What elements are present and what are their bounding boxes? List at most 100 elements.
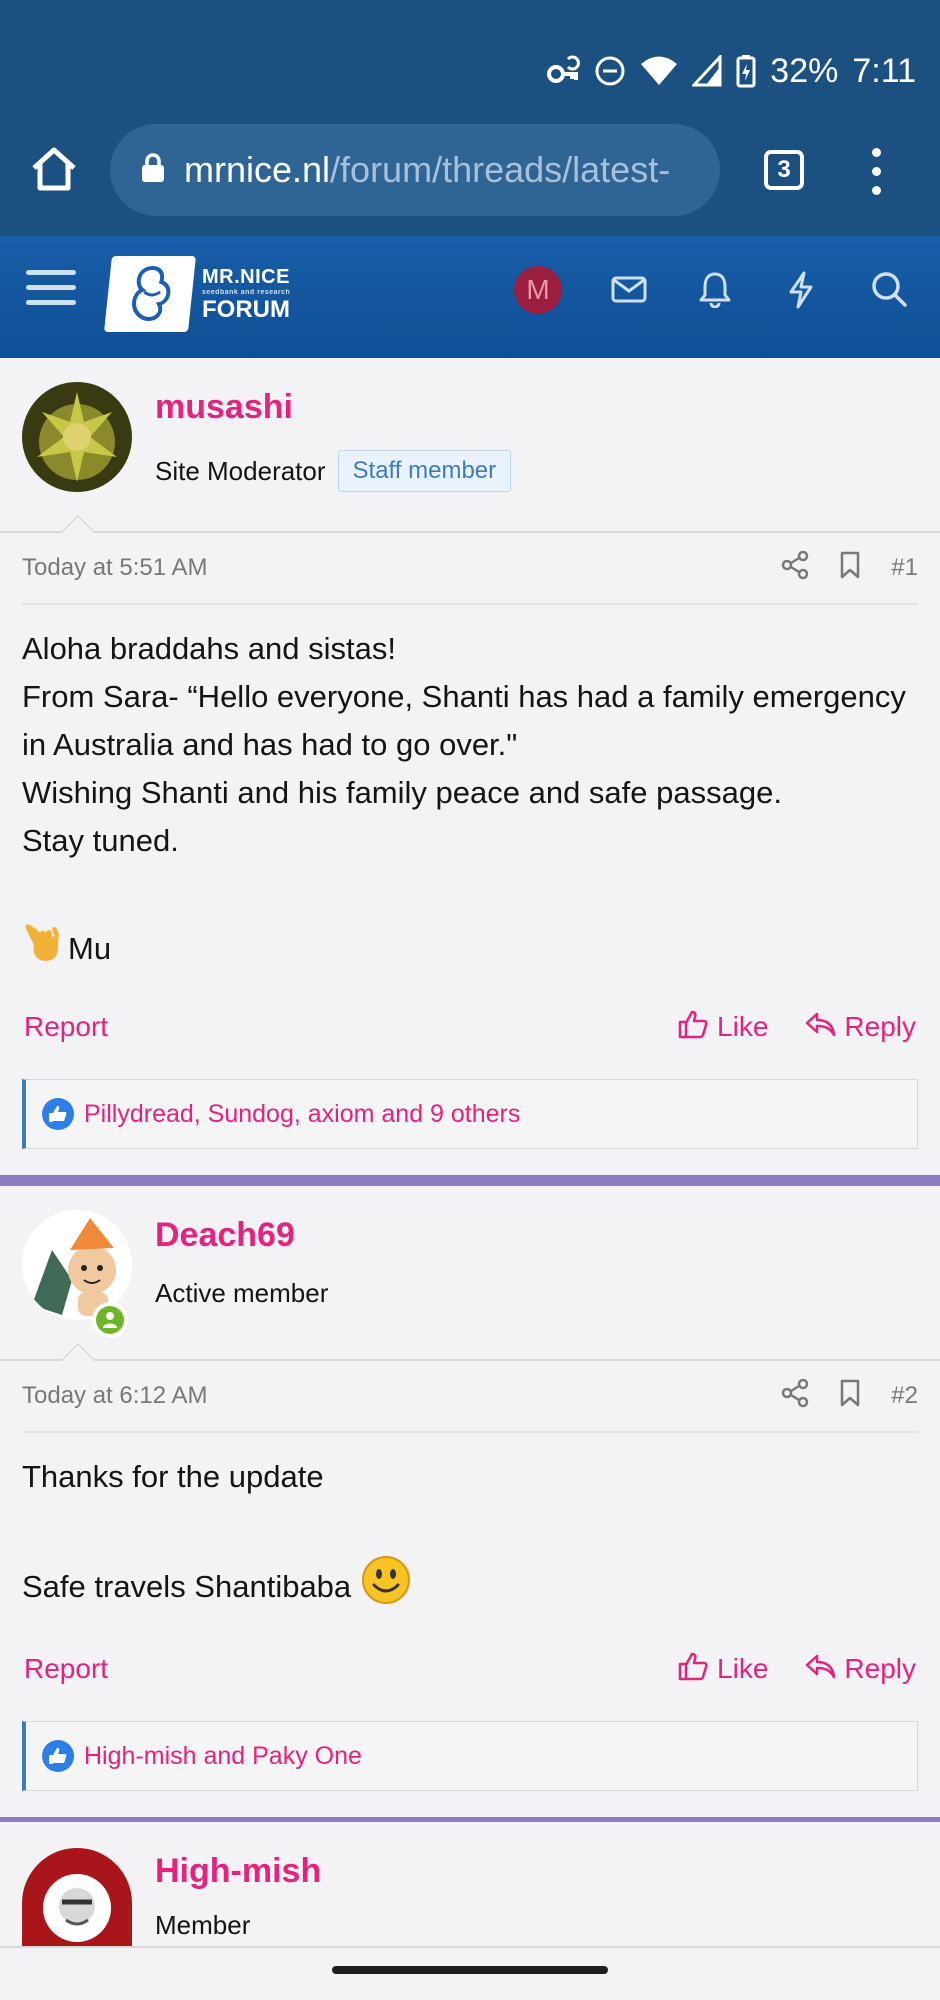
- username[interactable]: High-mish: [155, 1852, 321, 1891]
- post-message: Thanks for the update Safe travels Shant…: [22, 1433, 918, 1619]
- reply-label: Reply: [844, 1011, 916, 1042]
- staff-badge: Staff member: [337, 450, 512, 492]
- post-user-block: musashi Site Moderator Staff member: [0, 358, 940, 533]
- user-title: Site Moderator Staff member: [155, 450, 512, 492]
- signal-icon: [692, 55, 722, 87]
- reactions-bar[interactable]: High-mish and Paky One: [22, 1721, 918, 1791]
- user-title: Member: [155, 1910, 250, 1941]
- message-line-with-emoji: Safe travels Shantibaba: [22, 1555, 918, 1619]
- clock: 7:11: [852, 51, 916, 90]
- user-title-text: Member: [155, 1910, 251, 1940]
- share-icon[interactable]: [781, 1378, 809, 1415]
- browser-menu-button[interactable]: [864, 148, 888, 195]
- battery-percent: 32%: [770, 51, 839, 90]
- reactions-text[interactable]: High-mish and Paky One: [84, 1742, 362, 1771]
- message-line: Thanks for the update: [22, 1459, 324, 1494]
- home-icon[interactable]: [30, 146, 78, 197]
- like-reaction-icon: [42, 1098, 74, 1130]
- post-timestamp[interactable]: Today at 5:51 AM: [22, 554, 207, 582]
- site-logo[interactable]: MR.NICE seedbank and research FORUM: [104, 256, 290, 332]
- reply-arrow-icon: [804, 1652, 836, 1687]
- share-icon[interactable]: [781, 550, 809, 587]
- post-meta: Today at 6:12 AM #2: [22, 1361, 918, 1433]
- logo-top-text: MR.NICE: [202, 265, 290, 288]
- post-timestamp[interactable]: Today at 6:12 AM: [22, 1382, 207, 1410]
- post-1: musashi Site Moderator Staff member Toda…: [0, 358, 940, 1189]
- search-icon[interactable]: [870, 270, 908, 313]
- shaka-hand-icon: [22, 919, 62, 979]
- bookmark-icon[interactable]: [839, 1378, 861, 1415]
- post-number[interactable]: #2: [891, 1382, 918, 1410]
- reactions-text[interactable]: Pillydread, Sundog, axiom and 9 others: [84, 1100, 520, 1129]
- report-link[interactable]: Report: [24, 1011, 108, 1043]
- status-bar: 32% 7:11: [546, 46, 916, 96]
- username[interactable]: Deach69: [155, 1216, 295, 1255]
- url-path: /forum/threads/latest-: [330, 149, 671, 190]
- tab-switcher-button[interactable]: 3: [764, 150, 804, 190]
- logo-mark: [104, 256, 196, 332]
- post-2: Deach69 Active member Today at 6:12 AM #…: [0, 1186, 940, 1831]
- post-user-block: Deach69 Active member: [0, 1186, 940, 1361]
- bookmark-icon[interactable]: [839, 550, 861, 587]
- reply-button[interactable]: Reply: [804, 1010, 916, 1045]
- post-number[interactable]: #1: [891, 554, 918, 582]
- thumbs-up-icon: [677, 1651, 709, 1688]
- user-title-text: Active member: [155, 1278, 329, 1308]
- avatar[interactable]: [22, 382, 132, 492]
- like-label: Like: [717, 1653, 769, 1684]
- vpn-key-icon: [546, 54, 581, 88]
- url-bar[interactable]: mrnice.nl/forum/threads/latest-: [110, 124, 720, 216]
- thumbs-up-icon: [677, 1009, 709, 1046]
- forum-header: MR.NICE seedbank and research FORUM M: [0, 236, 940, 358]
- post-footer: Report Like Reply: [22, 991, 918, 1063]
- post-footer-actions: Like Reply: [677, 1651, 916, 1688]
- username[interactable]: musashi: [155, 388, 293, 427]
- signoff-text: Mu: [68, 931, 112, 966]
- url-text: mrnice.nl/forum/threads/latest-: [184, 149, 670, 191]
- browser-chrome: 32% 7:11 mrnice.nl/forum/threads/latest-…: [0, 0, 940, 236]
- message-text: Safe travels Shantibaba: [22, 1569, 352, 1604]
- like-reaction-icon: [42, 1740, 74, 1772]
- like-label: Like: [717, 1011, 769, 1042]
- message-signoff: Mu: [22, 919, 918, 979]
- post-meta-actions: #1: [781, 550, 918, 587]
- logo-wordmark: MR.NICE seedbank and research FORUM: [202, 267, 290, 322]
- online-status-icon: [92, 1302, 128, 1338]
- user-title: Active member: [155, 1278, 328, 1309]
- logo-bottom-text: FORUM: [202, 295, 290, 323]
- reply-button[interactable]: Reply: [804, 1652, 916, 1687]
- post-message: Aloha braddahs and sistas! From Sara- “H…: [22, 605, 918, 979]
- message-line: Wishing Shanti and his family peace and …: [22, 775, 782, 810]
- message-line: Aloha braddahs and sistas!: [22, 631, 396, 666]
- whats-new-bolt-icon[interactable]: [786, 270, 816, 315]
- user-block-caret: [60, 1343, 96, 1361]
- reply-arrow-icon: [804, 1010, 836, 1045]
- post-meta: Today at 5:51 AM #1: [22, 533, 918, 605]
- gesture-nav-handle[interactable]: [332, 1966, 608, 1974]
- lock-icon: [140, 152, 166, 189]
- report-link[interactable]: Report: [24, 1653, 108, 1685]
- message-line: Stay tuned.: [22, 823, 179, 858]
- user-block-caret: [60, 515, 96, 533]
- wifi-icon: [640, 55, 678, 87]
- dnd-icon: [594, 55, 626, 87]
- avatar[interactable]: [22, 1848, 132, 1946]
- bell-icon[interactable]: [698, 270, 732, 313]
- reactions-bar[interactable]: Pillydread, Sundog, axiom and 9 others: [22, 1079, 918, 1149]
- smiley-emoji-icon: [361, 1555, 411, 1619]
- url-host: mrnice.nl: [184, 149, 331, 190]
- like-button[interactable]: Like: [677, 1651, 768, 1688]
- hamburger-menu-icon[interactable]: [26, 270, 76, 305]
- inbox-icon[interactable]: [610, 270, 648, 313]
- post-footer-actions: Like Reply: [677, 1009, 916, 1046]
- like-button[interactable]: Like: [677, 1009, 768, 1046]
- logo-tagline: seedbank and research: [202, 288, 291, 296]
- post-body: Today at 6:12 AM #2 Thanks for the updat…: [0, 1361, 940, 1817]
- message-line: From Sara- “Hello everyone, Shanti has h…: [22, 679, 906, 762]
- post-3: High-mish Member: [0, 1822, 940, 1946]
- reply-label: Reply: [844, 1653, 916, 1684]
- account-avatar[interactable]: M: [514, 266, 562, 314]
- battery-icon: [736, 54, 756, 88]
- user-title-text: Site Moderator: [155, 455, 326, 486]
- post-meta-actions: #2: [781, 1378, 918, 1415]
